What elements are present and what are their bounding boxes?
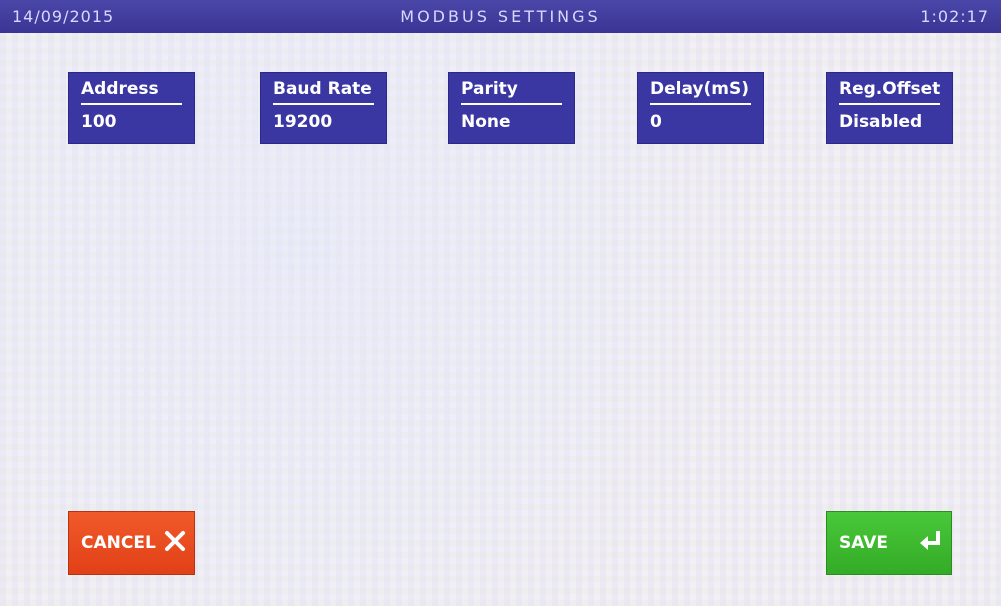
delay-field[interactable]: Delay(mS) 0 bbox=[637, 72, 764, 144]
param-value: 19200 bbox=[273, 112, 333, 132]
param-value: 0 bbox=[650, 112, 662, 132]
baud-rate-field[interactable]: Baud Rate 19200 bbox=[260, 72, 387, 144]
param-value: 100 bbox=[81, 112, 117, 132]
reg-offset-field[interactable]: Reg.Offset Disabled bbox=[826, 72, 953, 144]
param-label: Delay(mS) bbox=[650, 79, 751, 105]
save-label: SAVE bbox=[839, 533, 889, 553]
param-label: Address bbox=[81, 79, 182, 105]
param-label: Parity bbox=[461, 79, 562, 105]
header-date: 14/09/2015 bbox=[12, 7, 115, 26]
header-time: 1:02:17 bbox=[920, 7, 989, 26]
screen: 14/09/2015 MODBUS SETTINGS 1:02:17 Addre… bbox=[0, 0, 1001, 606]
param-value: Disabled bbox=[839, 112, 923, 132]
title-bar: 14/09/2015 MODBUS SETTINGS 1:02:17 bbox=[0, 0, 1001, 33]
page-title: MODBUS SETTINGS bbox=[400, 7, 601, 26]
address-field[interactable]: Address 100 bbox=[68, 72, 195, 144]
param-value: None bbox=[461, 112, 511, 132]
close-icon bbox=[164, 530, 186, 557]
param-label: Baud Rate bbox=[273, 79, 374, 105]
cancel-label: CANCEL bbox=[81, 533, 156, 553]
enter-icon bbox=[918, 529, 944, 558]
save-button[interactable]: SAVE bbox=[826, 511, 952, 575]
param-label: Reg.Offset bbox=[839, 79, 940, 105]
cancel-button[interactable]: CANCEL bbox=[68, 511, 195, 575]
parity-field[interactable]: Parity None bbox=[448, 72, 575, 144]
